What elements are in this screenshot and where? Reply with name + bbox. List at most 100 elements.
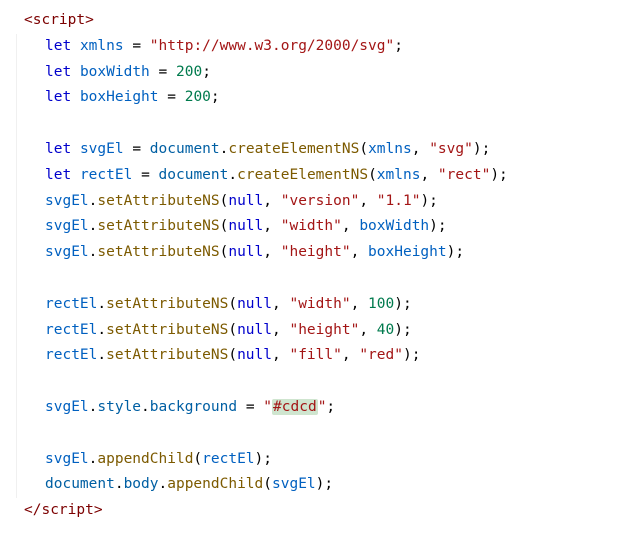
token: let (45, 167, 71, 183)
token (237, 399, 246, 415)
token: > (85, 12, 94, 28)
token: svgEl (45, 451, 89, 467)
token: setAttributeNS (97, 218, 219, 234)
token: "height" (289, 322, 359, 338)
token: ); (255, 451, 272, 467)
token: . (141, 399, 150, 415)
token: script (33, 12, 85, 28)
token: ; (211, 89, 220, 105)
token: = (167, 89, 176, 105)
token: 100 (368, 296, 394, 312)
token: null (228, 218, 263, 234)
token: ( (193, 451, 202, 467)
token: setAttributeNS (97, 193, 219, 209)
code-line-3: let boxWidth = 200; (16, 60, 612, 86)
token: , (351, 296, 368, 312)
token: rectEl (45, 347, 97, 363)
code-line-15 (16, 369, 612, 395)
token: ); (490, 167, 507, 183)
token: "fill" (289, 347, 341, 363)
token: svgEl (272, 476, 316, 492)
code-line-5 (16, 111, 612, 137)
code-line-16: svgEl.style.background = "#cdcd"; (16, 395, 612, 421)
code-line-9: svgEl.setAttributeNS(null, "width", boxW… (16, 214, 612, 240)
token: 200 (185, 89, 211, 105)
token: , (342, 347, 359, 363)
code-line-19: document.body.appendChild(svgEl); (16, 472, 612, 498)
token (71, 38, 80, 54)
code-block: <script>let xmlns = "http://www.w3.org/2… (12, 8, 612, 524)
token: svgEl (45, 399, 89, 415)
token: null (237, 347, 272, 363)
token: xmlns (377, 167, 421, 183)
token: setAttributeNS (97, 244, 219, 260)
code-line-1: <script> (12, 8, 612, 34)
token: , (359, 193, 376, 209)
token: . (97, 347, 106, 363)
code-line-4: let boxHeight = 200; (16, 85, 612, 111)
token (132, 167, 141, 183)
token: let (45, 38, 71, 54)
token: 200 (176, 64, 202, 80)
token: > (94, 502, 103, 518)
token: , (272, 322, 289, 338)
token: document (159, 167, 229, 183)
code-line-17 (16, 421, 612, 447)
token: "red" (359, 347, 403, 363)
token: , (263, 218, 280, 234)
token: ); (420, 193, 437, 209)
token: , (359, 322, 376, 338)
token: svgEl (45, 193, 89, 209)
token (71, 141, 80, 157)
token: . (159, 476, 168, 492)
token: let (45, 141, 71, 157)
code-line-20: </script> (12, 498, 612, 524)
code-line-6: let svgEl = document.createElementNS(xml… (16, 137, 612, 163)
code-line-13: rectEl.setAttributeNS(null, "height", 40… (16, 318, 612, 344)
token: script (41, 502, 93, 518)
token: body (124, 476, 159, 492)
token: svgEl (80, 141, 124, 157)
code-line-2: let xmlns = "http://www.w3.org/2000/svg"… (16, 34, 612, 60)
token: boxWidth (359, 218, 429, 234)
code-line-12: rectEl.setAttributeNS(null, "width", 100… (16, 292, 612, 318)
token: setAttributeNS (106, 296, 228, 312)
token: null (237, 322, 272, 338)
token: setAttributeNS (106, 347, 228, 363)
token: . (115, 476, 124, 492)
token: ); (473, 141, 490, 157)
token: xmlns (368, 141, 412, 157)
token: ( (228, 296, 237, 312)
token: ( (228, 347, 237, 363)
token: "rect" (438, 167, 490, 183)
token: = (246, 399, 255, 415)
token: document (45, 476, 115, 492)
token (150, 167, 159, 183)
token (167, 64, 176, 80)
token (71, 167, 80, 183)
token: ; (202, 64, 211, 80)
token: #cdcd (272, 399, 318, 415)
token: "height" (281, 244, 351, 260)
token (141, 38, 150, 54)
token: ); (394, 296, 411, 312)
code-line-14: rectEl.setAttributeNS(null, "fill", "red… (16, 343, 612, 369)
token: svgEl (45, 244, 89, 260)
code-line-11 (16, 266, 612, 292)
code-line-7: let rectEl = document.createElementNS(xm… (16, 163, 612, 189)
token: ( (263, 476, 272, 492)
token: = (132, 38, 141, 54)
token (176, 89, 185, 105)
code-line-8: svgEl.setAttributeNS(null, "version", "1… (16, 189, 612, 215)
token: , (263, 244, 280, 260)
token: appendChild (167, 476, 263, 492)
token: ; (326, 399, 335, 415)
token: appendChild (97, 451, 193, 467)
token (141, 141, 150, 157)
token: rectEl (80, 167, 132, 183)
token: boxWidth (80, 64, 150, 80)
token: "version" (281, 193, 360, 209)
token: . (97, 296, 106, 312)
token: . (97, 322, 106, 338)
token: , (412, 141, 429, 157)
